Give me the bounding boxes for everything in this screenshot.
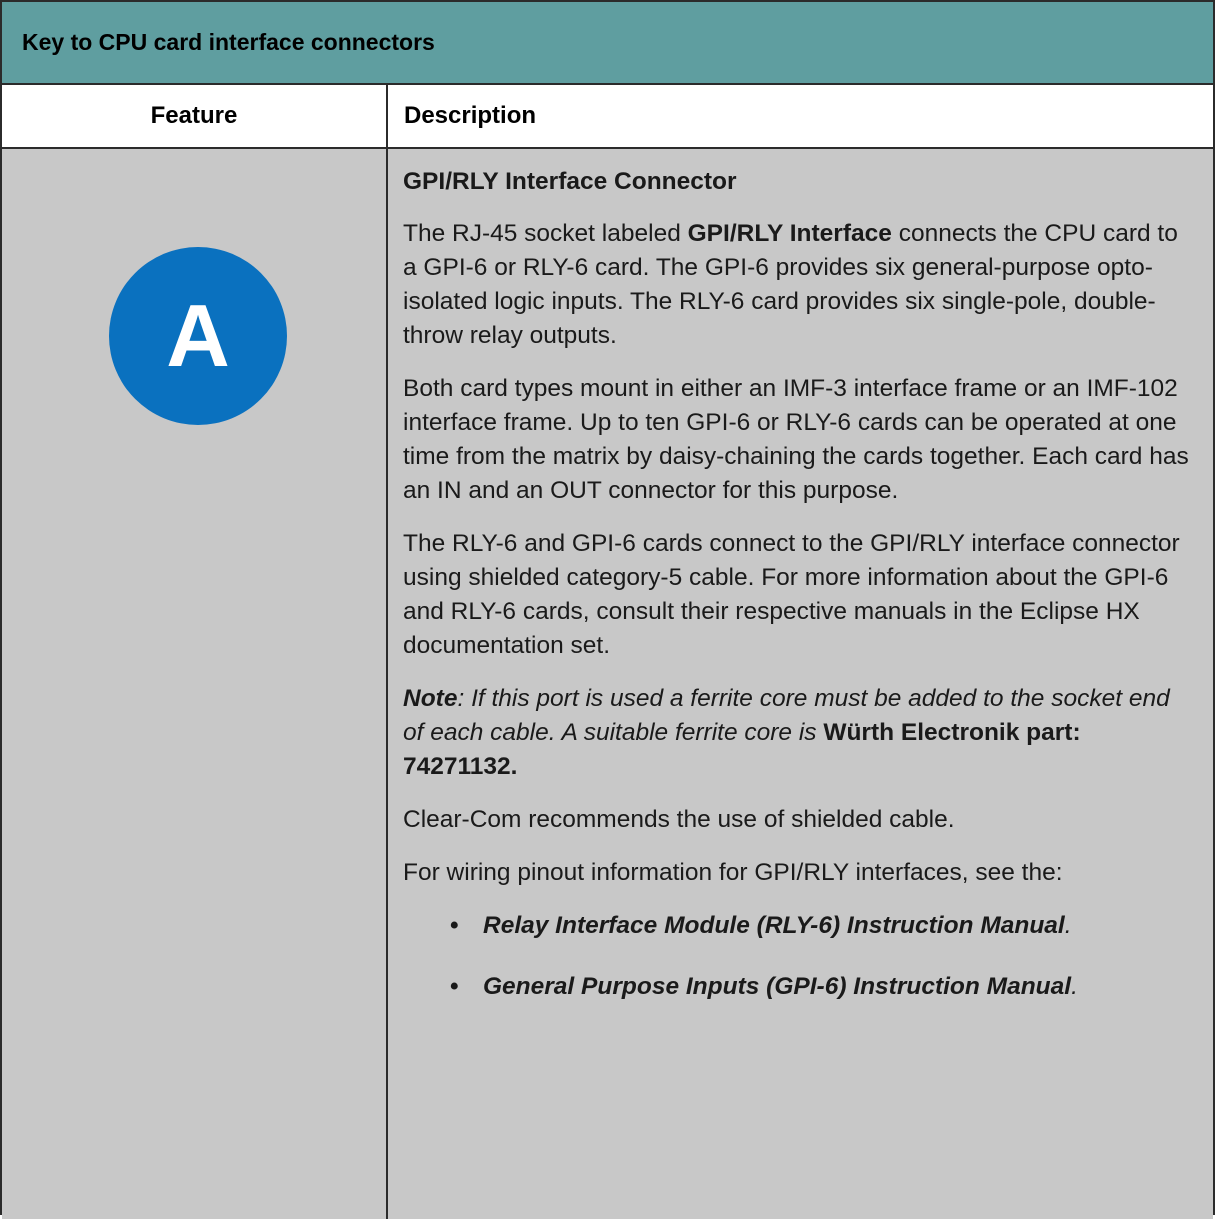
bullet-icon: • — [450, 973, 459, 1000]
paragraph-cabling: The RLY-6 and GPI-6 cards connect to the… — [403, 530, 1180, 659]
description-cell: GPI/RLY Interface Connector The RJ-45 so… — [388, 149, 1213, 1219]
manual-reference-list: • Relay Interface Module (RLY-6) Instruct… — [403, 909, 1195, 1004]
table-caption: Key to CPU card interface connectors — [2, 2, 1213, 85]
table-row: A GPI/RLY Interface Connector The RJ-45 … — [2, 149, 1213, 1219]
feature-column-header: Feature — [2, 85, 388, 147]
note-label: Note — [403, 685, 458, 712]
connector-key-table: Key to CPU card interface connectors Fea… — [0, 0, 1215, 1219]
paragraph-recommendation: Clear-Com recommends the use of shielded… — [403, 806, 955, 833]
ferrite-note: Note: If this port is used a ferrite cor… — [403, 682, 1195, 784]
paragraph-mounting: Both card types mount in either an IMF-3… — [403, 375, 1189, 504]
feature-cell: A — [2, 149, 388, 1219]
list-item: • General Purpose Inputs (GPI-6) Instruct… — [403, 970, 1195, 1004]
section-title: GPI/RLY Interface Connector — [403, 168, 737, 195]
list-item-suffix: . — [1064, 912, 1072, 939]
feature-badge-a: A — [109, 247, 287, 425]
manual-link-gpi6[interactable]: General Purpose Inputs (GPI-6) Instructi… — [483, 973, 1071, 1000]
manual-link-rly6[interactable]: Relay Interface Module (RLY-6) Instructi… — [483, 912, 1065, 939]
paragraph-socket: The RJ-45 socket labeled GPI/RLY Interfa… — [403, 217, 1195, 353]
list-item: • Relay Interface Module (RLY-6) Instruct… — [403, 909, 1195, 943]
description-column-header: Description — [404, 102, 537, 129]
list-item-suffix: . — [1071, 973, 1078, 1000]
gpi-rly-interface-label: GPI/RLY Interface — [687, 220, 892, 247]
paragraph-socket-before: The RJ-45 socket labeled — [403, 220, 688, 247]
bullet-icon: • — [450, 912, 459, 939]
table-header-row: Feature Description — [2, 85, 1213, 149]
paragraph-pinout-intro: For wiring pinout information for GPI/RL… — [403, 859, 1063, 886]
